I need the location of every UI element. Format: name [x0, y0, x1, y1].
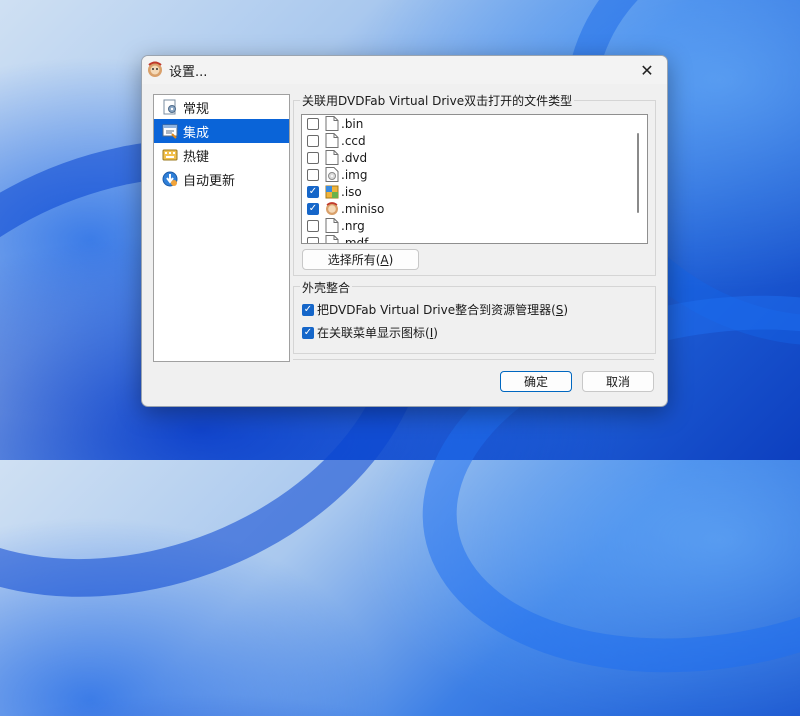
nav-item-integration[interactable]: 集成: [154, 119, 289, 143]
file-ext-label: .ccd: [341, 133, 366, 148]
list-item-iso[interactable]: ✓ .iso: [302, 183, 647, 200]
settings-dialog: 设置... ✕ 常规 集成 热键 自动更新 关联用DVDFab Virtual …: [141, 55, 668, 407]
integration-icon: [162, 124, 178, 139]
option-label: 把DVDFab Virtual Drive整合到资源管理器: [317, 303, 552, 317]
select-all-button[interactable]: 选择所有(A): [302, 249, 419, 270]
shell-integration-group: [293, 286, 656, 354]
title-bar[interactable]: 设置... ✕: [142, 56, 667, 84]
settings-nav: 常规 集成 热键 自动更新: [153, 94, 290, 362]
checkbox-miniso[interactable]: ✓: [307, 202, 319, 215]
file-ext-label: .img: [341, 167, 368, 182]
list-item-ccd[interactable]: .ccd: [302, 132, 647, 149]
file-ext-label: .miniso: [341, 201, 385, 216]
list-item-bin[interactable]: .bin: [302, 115, 647, 132]
blank-file-icon: [325, 133, 339, 148]
ok-button-label: 确定: [523, 375, 548, 389]
checkbox-nrg[interactable]: [307, 219, 319, 232]
explorer-integration-option[interactable]: ✓ 把DVDFab Virtual Drive整合到资源管理器(S): [302, 301, 568, 318]
option-accelerator: S: [555, 302, 564, 317]
disc-image-file-icon: [325, 167, 339, 182]
file-ext-label: .iso: [341, 184, 362, 199]
nav-item-hotkey[interactable]: 热键: [154, 143, 289, 167]
ok-button[interactable]: 确定: [500, 371, 572, 392]
divider: [293, 359, 654, 360]
context-menu-icon-checkbox[interactable]: ✓: [302, 326, 314, 339]
select-all-accelerator: A: [380, 252, 389, 267]
hotkey-keyboard-icon: [162, 149, 178, 161]
nav-item-label: 热键: [183, 149, 210, 165]
nav-item-general[interactable]: 常规: [154, 95, 289, 119]
auto-update-icon: [162, 171, 178, 187]
file-ext-label: .dvd: [341, 150, 368, 165]
checkbox-bin[interactable]: [307, 117, 319, 130]
nav-item-label: 自动更新: [183, 173, 236, 189]
blank-file-icon: [325, 235, 339, 243]
file-association-group-label: 关联用DVDFab Virtual Drive双击打开的文件类型: [300, 92, 575, 109]
shell-integration-group-label: 外壳整合: [300, 279, 353, 296]
list-item-img[interactable]: .img: [302, 166, 647, 183]
file-type-list[interactable]: .bin .ccd .dvd .img ✓ .iso ✓ .miniso .nr…: [301, 114, 648, 244]
list-item-miniso[interactable]: ✓ .miniso: [302, 200, 647, 217]
cancel-button-label: 取消: [605, 375, 630, 389]
close-icon: ✕: [640, 60, 654, 80]
list-item-mdf[interactable]: .mdf: [302, 234, 647, 244]
checkbox-img[interactable]: [307, 168, 319, 181]
list-item-nrg[interactable]: .nrg: [302, 217, 647, 234]
explorer-integration-checkbox[interactable]: ✓: [302, 303, 314, 316]
dialog-title: 设置...: [169, 65, 208, 80]
nav-item-label: 集成: [183, 125, 210, 141]
checkbox-ccd[interactable]: [307, 134, 319, 147]
blank-file-icon: [325, 116, 339, 131]
option-label: 在关联菜单显示图标: [317, 326, 426, 340]
cancel-button[interactable]: 取消: [582, 371, 654, 392]
dvdfab-app-icon: [148, 61, 162, 77]
nav-item-label: 常规: [183, 101, 210, 117]
file-ext-label: .nrg: [341, 218, 365, 233]
checkbox-iso[interactable]: ✓: [307, 185, 319, 198]
context-menu-icon-option[interactable]: ✓ 在关联菜单显示图标(I): [302, 324, 438, 341]
miniso-app-icon: [326, 202, 338, 215]
checkbox-mdf[interactable]: [307, 236, 319, 243]
close-button[interactable]: ✕: [627, 56, 667, 84]
blank-file-icon: [325, 218, 339, 233]
blank-file-icon: [325, 150, 339, 165]
nav-item-auto-update[interactable]: 自动更新: [154, 167, 289, 191]
iso-archive-icon: [325, 185, 339, 199]
select-all-label: 选择所有: [327, 253, 376, 267]
scrollbar-thumb[interactable]: [637, 133, 639, 213]
checkbox-dvd[interactable]: [307, 151, 319, 164]
file-ext-label: .mdf: [341, 235, 369, 244]
file-ext-label: .bin: [341, 116, 364, 131]
option-accelerator: I: [429, 325, 434, 340]
general-settings-icon: [163, 99, 176, 115]
list-item-dvd[interactable]: .dvd: [302, 149, 647, 166]
